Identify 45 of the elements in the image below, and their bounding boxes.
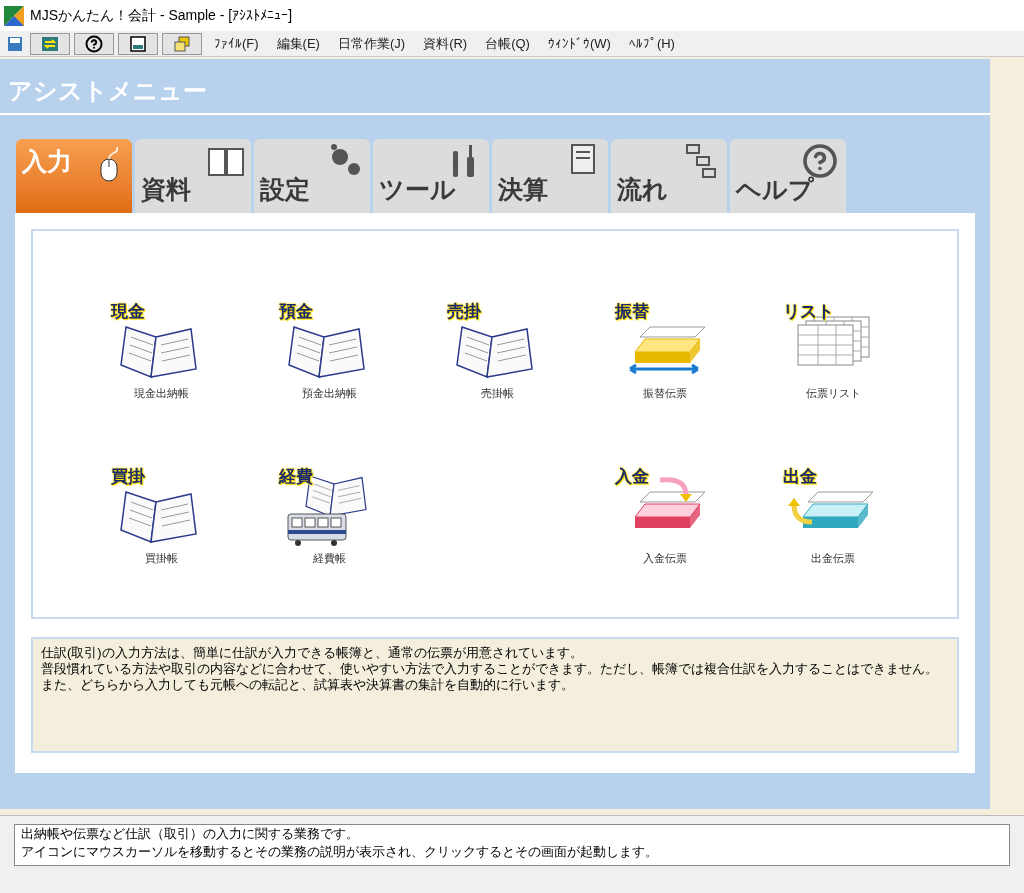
- description-text: 普段慣れている方法や取引の内容などに合わせて、使いやすい方法で入力することができます。ただし、帳簿では複合仕訳を入力することはできません。: [41, 661, 939, 677]
- category-tab[interactable]: 資料: [135, 139, 251, 213]
- menu-icon-label[interactable]: 入金伝票: [643, 549, 687, 566]
- category-tab[interactable]: 流れ: [611, 139, 727, 213]
- document-icon: [128, 33, 148, 54]
- category-tab[interactable]: ツール: [373, 139, 489, 213]
- menu-item[interactable]: 台帳(Q): [485, 33, 530, 54]
- panel-header: アシストメニュー: [8, 76, 207, 106]
- menu-item[interactable]: 編集(E): [276, 33, 320, 54]
- description-text: また、どちらから入力しても元帳への転記と、試算表や決算書の集計を自動的に行います。: [41, 677, 575, 693]
- menu-item[interactable]: 日常作業(J): [337, 33, 406, 54]
- status-text: アイコンにマウスカーソルを移動するとその業務の説明が表示され、クリックするとその画面が起動します。: [21, 843, 659, 861]
- badge-label: 預金: [279, 301, 313, 323]
- menu-icon-label[interactable]: 売掛帳: [480, 385, 514, 402]
- description-text: 仕訳(取引)の入力方法は、簡単に仕訳が入力できる帳簿と、通常の伝票が用意されています。: [41, 645, 584, 661]
- window-title: MJSかんたん！会計 - Sample - [ｱｼｽﾄﾒﾆｭｰ]: [30, 6, 293, 25]
- badge-label: 現金: [111, 301, 145, 323]
- menu-icon-label[interactable]: 伝票リスト: [805, 385, 861, 402]
- badge-label: 売掛: [447, 301, 481, 323]
- badge-label: 出金: [783, 465, 817, 488]
- menu-item[interactable]: ﾍﾙﾌﾟ(H): [628, 33, 675, 54]
- category-tab[interactable]: 決算: [492, 139, 608, 213]
- menu-icon-label[interactable]: 現金出納帳: [133, 385, 189, 402]
- mouse-icon: [100, 145, 120, 183]
- windows-icon: [172, 33, 192, 54]
- status-text: 出納帳や伝票など仕訳（取引）の入力に関する業務です。: [21, 825, 360, 843]
- menu-icon-label[interactable]: 預金出納帳: [301, 385, 357, 402]
- app-logo-icon: [4, 5, 24, 26]
- menu-item[interactable]: ﾌｧｲﾙ(F): [214, 33, 259, 54]
- category-tab[interactable]: 設定: [254, 139, 370, 213]
- badge-label: 入金: [615, 465, 649, 488]
- menu-icon-label[interactable]: 振替伝票: [643, 385, 687, 402]
- badge-label: リスト: [783, 301, 834, 323]
- category-tab[interactable]: ヘルプ: [730, 139, 846, 213]
- menu-item[interactable]: 資料(R): [423, 33, 468, 54]
- menu-icon-label[interactable]: 買掛帳: [144, 549, 178, 566]
- toolbar-button[interactable]: [118, 32, 158, 55]
- badge-label: 買掛: [111, 465, 145, 488]
- menu-item[interactable]: ｳｨﾝﾄﾞｳ(W): [547, 33, 611, 54]
- menu-icon-label[interactable]: 出金伝票: [811, 549, 855, 566]
- menu-icon-label[interactable]: 経費帳: [312, 549, 346, 566]
- toolbar-button[interactable]: [74, 32, 114, 55]
- badge-label: 振替: [615, 301, 649, 323]
- badge-label: 経費: [279, 465, 313, 488]
- help-icon: [85, 34, 103, 53]
